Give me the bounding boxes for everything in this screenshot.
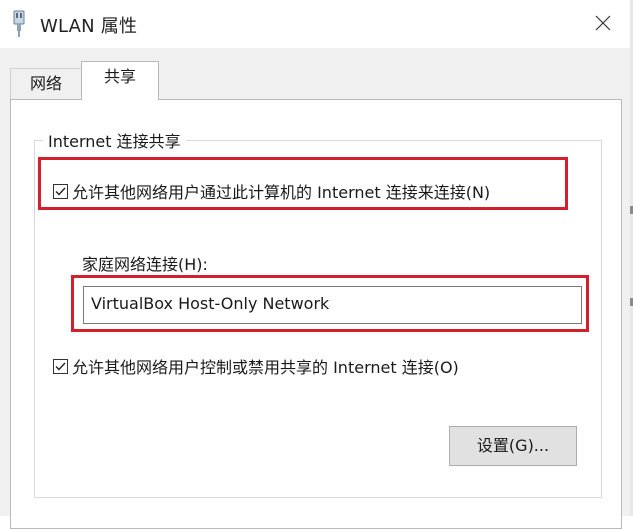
window-title: WLAN 属性 — [40, 16, 138, 37]
tab-network[interactable]: 网络 — [10, 68, 82, 99]
allow-control-option[interactable]: 允许其他网络用户控制或禁用共享的 Internet 连接(O) — [53, 354, 459, 378]
title-bar: WLAN 属性 — [0, 0, 630, 48]
group-title: Internet 连接共享 — [43, 128, 186, 152]
checkmark-icon — [55, 362, 66, 371]
home-network-select[interactable]: VirtualBox Host-Only Network — [83, 286, 582, 324]
home-network-label: 家庭网络连接(H): — [82, 255, 208, 274]
tab-sharing[interactable]: 共享 — [81, 61, 159, 100]
checkmark-icon — [55, 187, 66, 196]
allow-sharing-checkbox[interactable] — [53, 183, 68, 199]
close-button[interactable] — [580, 8, 626, 42]
allow-sharing-label: 允许其他网络用户通过此计算机的 Internet 连接来连接(N) — [72, 183, 491, 202]
wlan-properties-dialog: WLAN 属性 网络 共享 Internet 连接共享 允许其他网络用户通过此计… — [0, 0, 633, 529]
allow-sharing-option[interactable]: 允许其他网络用户通过此计算机的 Internet 连接来连接(N) — [53, 179, 490, 203]
close-icon — [595, 15, 611, 35]
network-adapter-icon — [11, 10, 27, 38]
allow-control-label: 允许其他网络用户控制或禁用共享的 Internet 连接(O) — [72, 358, 459, 377]
allow-control-checkbox[interactable] — [53, 358, 68, 374]
settings-button[interactable]: 设置(G)... — [449, 426, 577, 466]
